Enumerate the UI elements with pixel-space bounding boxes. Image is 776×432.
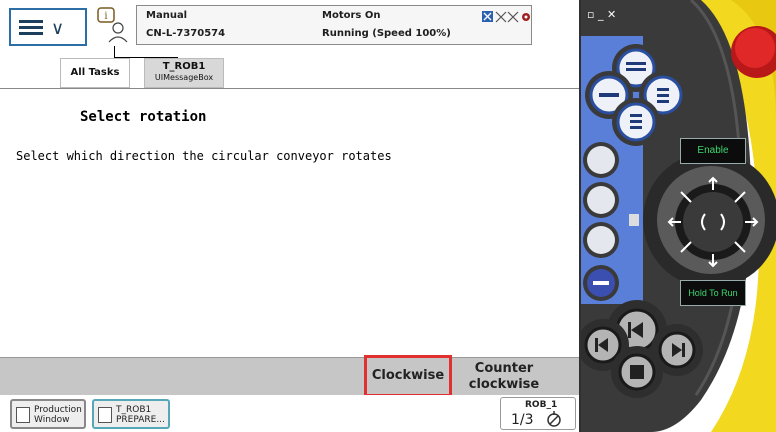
status-icons: [482, 11, 530, 23]
program-icon: [98, 407, 112, 423]
task-tabs: All Tasks T_ROB1 UIMessageBox: [0, 58, 580, 88]
svg-text:i: i: [104, 11, 107, 22]
window-controls[interactable]: ▫ _ ✕: [587, 8, 616, 21]
tab-all-tasks[interactable]: All Tasks: [60, 58, 130, 88]
system-name: CN-L-7370574: [146, 28, 226, 39]
main-menu-button[interactable]: ∨: [9, 8, 87, 46]
quickset-button[interactable]: ROB_1 1/3: [500, 397, 576, 430]
rob-label-2: PREPARE...: [116, 415, 165, 425]
quickset-fraction: 1/3: [511, 412, 534, 428]
t-rob1-window-button[interactable]: T_ROB1 PREPARE...: [92, 399, 170, 429]
production-window-icon: [16, 407, 30, 423]
pendant-body: [581, 0, 776, 432]
tab-t-rob1[interactable]: T_ROB1 UIMessageBox: [144, 58, 224, 88]
production-label-2: Window: [34, 415, 70, 425]
coordinate-icon: [547, 411, 561, 427]
message-box: Select rotation Select which direction t…: [0, 88, 580, 358]
flexpendant-screen: ∨ i Manual CN-L-7370574 Motors On Runnin…: [0, 0, 580, 432]
command-bar: Clockwise Counter clockwise: [0, 355, 580, 397]
menu-icon: [19, 20, 43, 36]
taskbar: Production Window T_ROB1 PREPARE... ROB_…: [0, 395, 580, 432]
operating-mode: Manual: [146, 10, 188, 21]
counter-clockwise-line1: Counter: [474, 361, 534, 376]
production-window-button[interactable]: Production Window: [10, 399, 86, 429]
chevron-down-icon: ∨: [51, 18, 65, 39]
message-title: Select rotation: [80, 109, 207, 125]
counter-clockwise-button[interactable]: Counter clockwise: [456, 358, 552, 396]
tab-task-name: T_ROB1: [162, 61, 206, 72]
tab-task-sub: UIMessageBox: [154, 73, 214, 82]
rob-label-1: T_ROB1: [116, 405, 152, 415]
message-body: Select which direction the circular conv…: [16, 149, 392, 163]
motor-state: Motors On: [322, 10, 381, 21]
enable-label[interactable]: Enable: [680, 138, 746, 164]
hold-to-run-label[interactable]: Hold To Run: [680, 280, 746, 306]
quickset-unit: ROB_1: [525, 400, 558, 410]
clockwise-button[interactable]: Clockwise: [364, 355, 452, 397]
top-bar: ∨ i Manual CN-L-7370574 Motors On Runnin…: [0, 0, 580, 50]
pendant-hardware: ▫ _ ✕ Enable Hold To Run: [581, 0, 776, 432]
status-panel[interactable]: Manual CN-L-7370574 Motors On Running (S…: [136, 5, 532, 45]
run-state: Running (Speed 100%): [322, 28, 451, 39]
counter-clockwise-line2: clockwise: [468, 377, 540, 392]
production-label-1: Production: [34, 405, 82, 415]
event-log-icon[interactable]: i: [96, 6, 132, 46]
